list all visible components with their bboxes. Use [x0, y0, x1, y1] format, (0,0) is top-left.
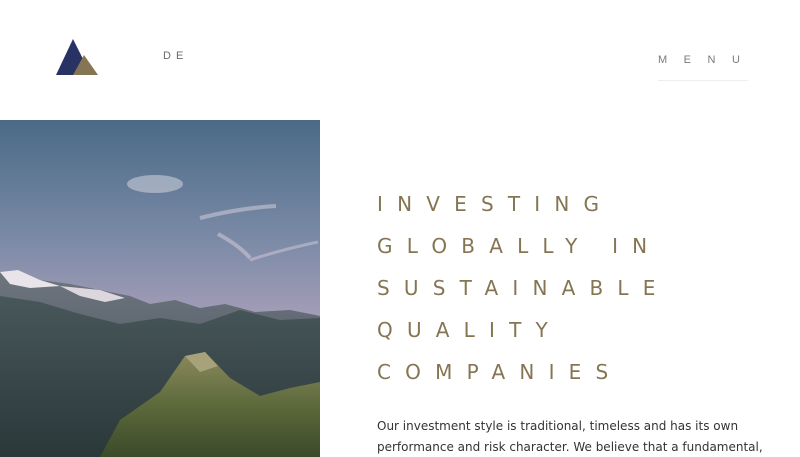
hero-headline: INVESTING GLOBALLY IN SUSTAINABLE QUALIT… [377, 183, 670, 393]
menu-button[interactable]: MENU [658, 50, 748, 81]
intro-paragraph: Our investment style is traditional, tim… [377, 416, 777, 457]
intro-line: performance and risk character. We belie… [377, 440, 763, 454]
headline-line: GLOBALLY IN [377, 234, 662, 258]
language-switch-link[interactable]: DE [163, 50, 188, 62]
hero-mountain-image [0, 120, 320, 457]
headline-line: COMPANIES [377, 360, 623, 384]
menu-button-label: MENU [658, 54, 757, 66]
headline-line: QUALITY [377, 318, 562, 342]
page: DE MENU INVESTING GLOBALLY IN SUSTAINABL… [0, 0, 800, 457]
intro-line: Our investment style is traditional, tim… [377, 419, 739, 433]
headline-line: INVESTING [377, 192, 614, 216]
mountain-triangle-logo-icon[interactable] [56, 39, 98, 75]
headline-line: SUSTAINABLE [377, 276, 670, 300]
